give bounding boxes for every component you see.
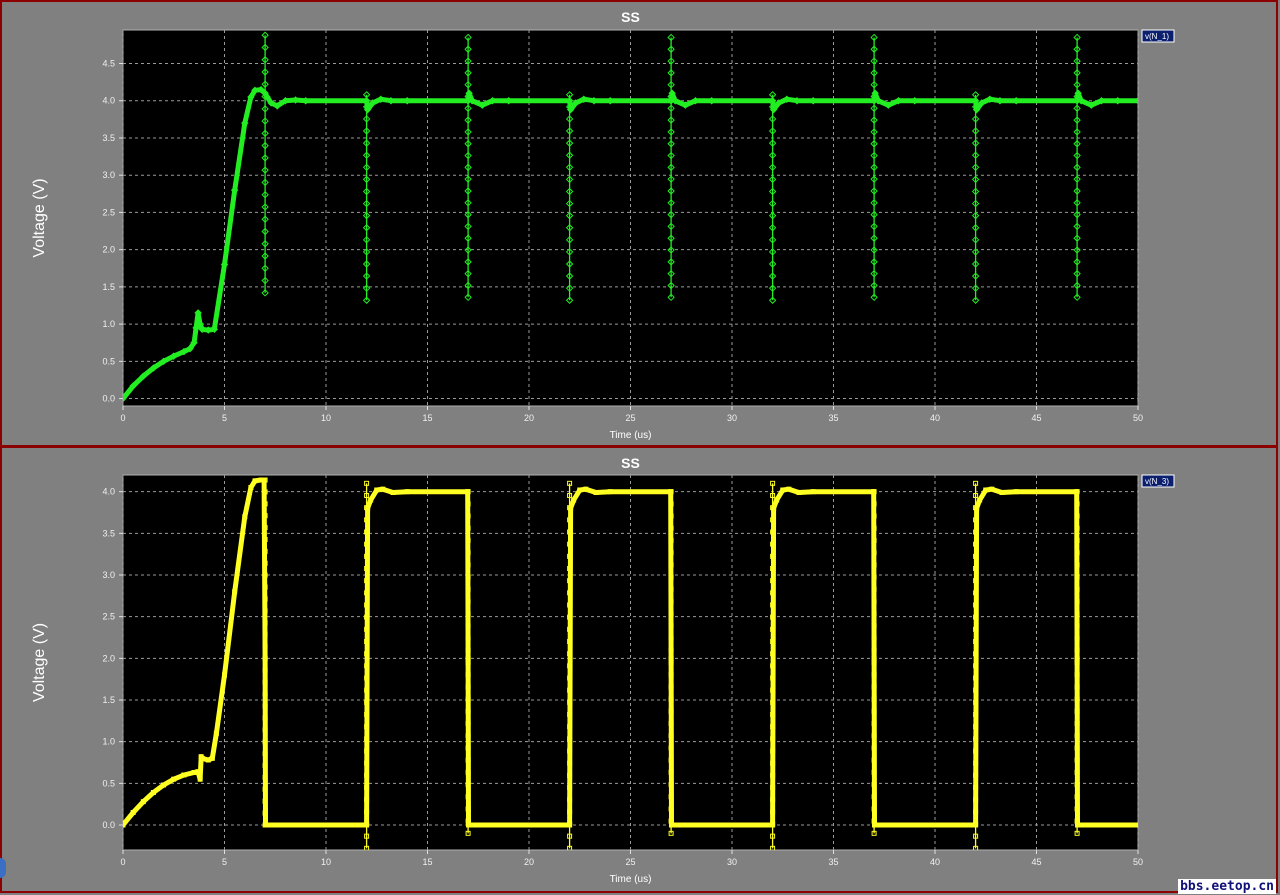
x-tick-label: 50	[1133, 857, 1143, 867]
x-tick-label: 10	[321, 857, 331, 867]
legend-label: v(N_1)	[1145, 32, 1169, 41]
x-tick-label: 40	[930, 857, 940, 867]
y-tick-label: 0.0	[102, 820, 115, 830]
y-tick-label: 1.0	[102, 319, 115, 329]
x-tick-label: 35	[828, 857, 838, 867]
y-tick-label: 4.5	[102, 59, 115, 69]
y-tick-label: 0.0	[102, 394, 115, 404]
x-axis-label: Time (us)	[610, 430, 652, 441]
x-tick-label: 20	[524, 857, 534, 867]
y-tick-label: 3.0	[102, 170, 115, 180]
y-tick-label: 1.5	[102, 695, 115, 705]
y-tick-label: 2.5	[102, 612, 115, 622]
x-tick-label: 45	[1031, 857, 1041, 867]
y-tick-label: 4.0	[102, 96, 115, 106]
y-tick-label: 2.0	[102, 653, 115, 663]
x-tick-label: 10	[321, 413, 331, 423]
watermark: bbs.eetop.cn	[1178, 879, 1276, 894]
waveform-panel-bottom[interactable]: SS 0 5 10 15 20 25 30 35 40 45 50 0.0 0.5 1.0 1.5 2.0 2.5…	[0, 446, 1278, 893]
y-tick-label: 3.0	[102, 570, 115, 580]
chart-v-n1[interactable]: SS 0 5 10 15 20 25 30 35 40 45 50 0.0 0.5 1.0 1.5 2.0 2.5…	[2, 2, 1276, 445]
y-tick-label: 1.5	[102, 282, 115, 292]
chart-v-n3[interactable]: SS 0 5 10 15 20 25 30 35 40 45 50 0.0 0.5 1.0 1.5 2.0 2.5…	[2, 448, 1276, 891]
scroll-handle[interactable]	[0, 858, 6, 878]
x-tick-label: 40	[930, 413, 940, 423]
x-tick-label: 15	[422, 857, 432, 867]
y-tick-label: 4.0	[102, 487, 115, 497]
x-tick-label: 30	[727, 857, 737, 867]
waveform-panel-top[interactable]: SS 0 5 10 15 20 25 30 35 40 45 50 0.0 0.5 1.0 1.5 2.0 2.5…	[0, 0, 1278, 447]
x-tick-label: 25	[625, 857, 635, 867]
y-tick-label: 0.5	[102, 356, 115, 366]
chart-title: SS	[621, 455, 640, 471]
x-tick-label: 50	[1133, 413, 1143, 423]
x-tick-label: 5	[222, 413, 227, 423]
x-tick-label: 5	[222, 857, 227, 867]
y-tick-label: 3.5	[102, 528, 115, 538]
y-tick-label: 2.0	[102, 245, 115, 255]
chart-title: SS	[621, 9, 640, 25]
x-tick-label: 20	[524, 413, 534, 423]
x-tick-label: 25	[625, 413, 635, 423]
x-tick-label: 0	[120, 413, 125, 423]
y-tick-label: 1.0	[102, 737, 115, 747]
x-axis-label: Time (us)	[610, 874, 652, 885]
y-axis-label: Voltage (V)	[31, 178, 48, 257]
x-tick-label: 35	[828, 413, 838, 423]
x-tick-label: 45	[1031, 413, 1041, 423]
legend-label: v(N_3)	[1145, 477, 1169, 486]
y-axis-label: Voltage (V)	[31, 623, 48, 702]
x-tick-label: 15	[422, 413, 432, 423]
y-tick-label: 2.5	[102, 207, 115, 217]
x-tick-label: 30	[727, 413, 737, 423]
y-tick-label: 3.5	[102, 133, 115, 143]
y-tick-label: 0.5	[102, 778, 115, 788]
x-tick-label: 0	[120, 857, 125, 867]
